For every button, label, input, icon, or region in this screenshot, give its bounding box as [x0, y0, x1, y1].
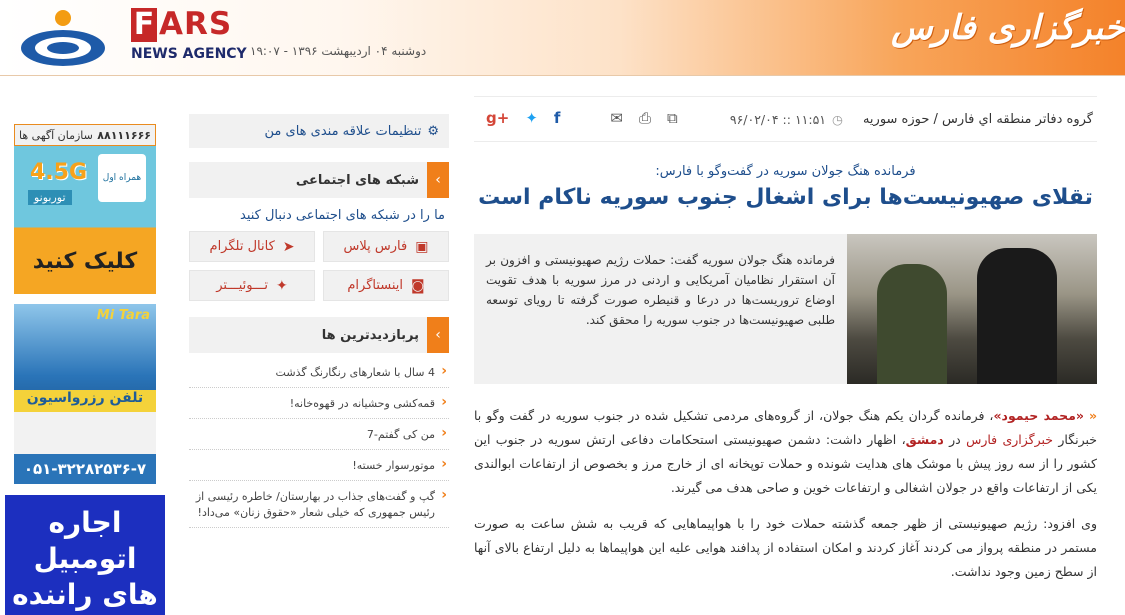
popular-item[interactable]: 4 سال با شعارهای رنگارنگ گذشت [189, 357, 449, 388]
settings-label: تنظیمات علاقه مندی های من [264, 123, 422, 139]
ad1-sub: توربونو [28, 190, 72, 205]
brand-letter[interactable]: F [131, 8, 157, 42]
paragraph-text: در [943, 432, 967, 447]
email-icon[interactable]: ✉ [610, 109, 623, 127]
clock-icon: ◷ [832, 111, 843, 127]
paragraph: وی افزود: رژیم صهیونیستی از ظهر جمعه گذش… [474, 516, 1097, 579]
article-toolbar: گروه دفاتر منطقه اي فارس / حوزه سوريه ◷ … [474, 96, 1097, 142]
ad1-header[interactable]: ۸۸۱۱۱۶۶۶ سازمان آگهی ها [14, 124, 156, 146]
short-link-icon[interactable]: ⧉ [667, 109, 678, 127]
breadcrumb[interactable]: گروه دفاتر منطقه اي فارس / حوزه سوريه [863, 112, 1093, 127]
social-link-telegram[interactable]: ➤ کانال تلگرام [189, 231, 315, 262]
city-link[interactable]: دمشق [906, 432, 944, 447]
print-icon[interactable]: ⎙ [639, 109, 651, 127]
paragraph: « «محمد حیمود»، فرمانده گردان یکم هنگ جو… [474, 404, 1097, 500]
follow-text: ما را در شبکه های اجتماعی دنبال کنید [240, 208, 445, 223]
google-plus-icon[interactable]: g+ [486, 109, 509, 127]
page: F ARS NEWS AGENCY دوشنبه ۰۴ اردیبهشت ۱۳۹… [0, 0, 1125, 615]
twitter-share-icon[interactable]: ✦ [525, 109, 538, 127]
popular-list: 4 سال با شعارهای رنگارنگ گذشت قمه‌کشی وح… [189, 357, 449, 528]
telegram-icon: ➤ [282, 238, 295, 255]
social-section-header: › شبکه های اجتماعی [189, 162, 449, 198]
social-label: تـــوئیـــتر [216, 278, 269, 293]
social-label: کانال تلگرام [209, 239, 275, 254]
popular-section-header: › پربازدیدترین ها [189, 317, 449, 353]
fars-plus-icon: ▣ [415, 238, 429, 255]
article-lead-text: فرمانده هنگ جولان سوریه گفت: حملات رژیم … [486, 253, 835, 327]
site-header: F ARS NEWS AGENCY دوشنبه ۰۴ اردیبهشت ۱۳۹… [0, 0, 1125, 76]
article-title: تقلای صهیونیست‌ها برای اشغال جنوب سوریه … [478, 185, 1093, 210]
header-date: دوشنبه ۰۴ اردیبهشت ۱۳۹۶ - ۱۹:۰۷ [250, 44, 427, 58]
social-section-title: شبکه های اجتماعی [295, 172, 419, 188]
sidebar: ⚙ تنظیمات علاقه مندی های من › شبکه های ا… [189, 114, 449, 528]
article-body: « «محمد حیمود»، فرمانده گردان یکم هنگ جو… [474, 404, 1097, 584]
social-link-fars-plus[interactable]: ▣ فارس پلاس [323, 231, 449, 262]
article-lead-box: فرمانده هنگ جولان سوریه گفت: حملات رژیم … [474, 234, 1097, 384]
chevron-icon: › [427, 162, 449, 198]
brand-name[interactable]: ARS [159, 6, 232, 42]
quote-icon: « [1088, 408, 1098, 423]
facebook-icon[interactable]: f [554, 109, 561, 127]
person-name: «محمد حیمود» [993, 408, 1085, 423]
ad-banner-hotel[interactable]: Mi Tara تلفن رزرواسیون ۰۵۱-۳۲۲۸۲۵۳۶-۷ [14, 304, 156, 484]
ad1-badge: 4.5G [30, 160, 88, 185]
ads-column: ۸۸۱۱۱۶۶۶ سازمان آگهی ها 4.5G توربونو همر… [14, 124, 156, 484]
popular-item[interactable]: قمه‌کشی وحشیانه در قهوه‌خانه! [189, 388, 449, 419]
ad2-band: تلفن رزرواسیون [14, 390, 156, 412]
ad1-cta: کلیک کنید [32, 249, 138, 274]
article-time: ◷ ۱۱:۵۱ :: ۹۶/۰۲/۰۴ [730, 112, 843, 127]
photo-figure [977, 248, 1057, 384]
interest-settings-link[interactable]: ⚙ تنظیمات علاقه مندی های من [189, 114, 449, 148]
ad1-org: سازمان آگهی ها [19, 128, 93, 142]
social-label: فارس پلاس [343, 239, 408, 254]
agency-link[interactable]: خبرگزاری فارس [966, 432, 1053, 447]
social-link-twitter[interactable]: ✦ تـــوئیـــتر [189, 270, 315, 301]
gear-icon: ⚙ [427, 123, 439, 139]
ad1-phone: ۸۸۱۱۱۶۶۶ [97, 128, 151, 142]
instagram-icon: ◙ [411, 277, 425, 294]
ad1-logo: همراه اول [98, 154, 146, 202]
ad2-brand: Mi Tara [96, 308, 150, 323]
social-link-instagram[interactable]: ◙ اینستاگرام [323, 270, 449, 301]
popular-section-title: پربازدیدترین ها [321, 327, 419, 343]
article-photo[interactable] [847, 234, 1097, 384]
popular-item[interactable]: من کی گفتم-7 [189, 419, 449, 450]
popular-item[interactable]: موتورسوار خسته! [189, 450, 449, 481]
chevron-icon: › [427, 317, 449, 353]
twitter-icon: ✦ [276, 277, 288, 294]
social-label: اینستاگرام [347, 278, 404, 293]
fars-logo-icon[interactable] [18, 6, 108, 68]
ad-banner-car-rental[interactable]: اجاره اتومبیل های راننده بدون [5, 495, 165, 615]
ad-banner-4-5g[interactable]: 4.5G توربونو همراه اول کلیک کنید [14, 146, 156, 294]
social-links: ▣ فارس پلاس ➤ کانال تلگرام ◙ اینستاگرام … [189, 231, 449, 301]
persian-logo[interactable]: خبرگزاری فارس [891, 8, 1125, 48]
share-icons: g+ ✦ f ✉ ⎙ ⧉ [486, 109, 678, 127]
photo-figure [877, 264, 947, 384]
ad2-phone: ۰۵۱-۳۲۲۸۲۵۳۶-۷ [14, 454, 156, 484]
article-lead-subtitle: فرمانده هنگ جولان سوریه در گفت‌وگو با فا… [655, 164, 916, 179]
popular-item[interactable]: گپ و گفت‌های جذاب در بهارستان/ خاطره رئی… [189, 481, 449, 528]
brand-subtitle: NEWS AGENCY [131, 46, 247, 62]
time-text: ۱۱:۵۱ :: ۹۶/۰۲/۰۴ [729, 111, 827, 127]
article: گروه دفاتر منطقه اي فارس / حوزه سوريه ◷ … [474, 96, 1097, 596]
